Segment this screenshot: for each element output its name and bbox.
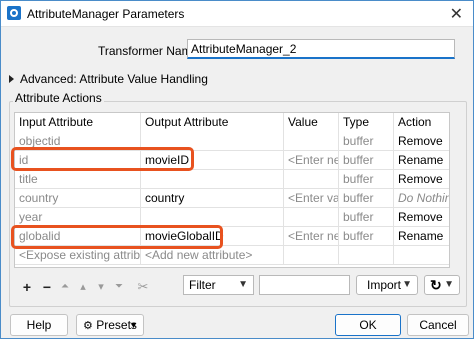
gear-icon: ⚙ <box>83 320 93 332</box>
action-cell[interactable]: Remove <box>394 208 449 227</box>
move-down-button[interactable]: ▾ <box>94 277 108 297</box>
attribute-actions-label: Attribute Actions <box>13 91 104 105</box>
action-cell[interactable]: Rename <box>394 227 449 246</box>
import-button-label: Import <box>367 278 402 292</box>
cut-icon[interactable]: ✂ <box>135 277 151 297</box>
advanced-section-toggle[interactable]: Advanced: Attribute Value Handling <box>9 72 208 86</box>
highlight-box-globalid <box>11 225 223 249</box>
value-cell[interactable] <box>284 132 339 151</box>
expand-arrow-icon <box>9 75 14 83</box>
table-row[interactable]: title buffer Remove <box>15 170 449 189</box>
type-cell: buffer <box>339 132 394 151</box>
title-bar: AttributeManager Parameters ✕ <box>1 1 473 27</box>
input-attribute-cell[interactable]: title <box>15 170 141 189</box>
chevron-down-icon: ▼ <box>402 279 412 290</box>
move-bottom-button[interactable]: ⏷ <box>112 277 126 297</box>
type-cell: buffer <box>339 151 394 170</box>
advanced-section-label: Advanced: Attribute Value Handling <box>20 72 208 86</box>
filter-dropdown-label: Filter <box>189 278 216 292</box>
ok-button[interactable]: OK <box>335 314 401 336</box>
refresh-button[interactable]: ↻ ▼ <box>424 275 460 295</box>
table-header: Input Attribute Output Attribute Value T… <box>15 113 449 132</box>
window-title: AttributeManager Parameters <box>27 7 185 21</box>
refresh-icon: ↻ <box>430 277 442 293</box>
value-cell[interactable]: <Enter new v <box>284 151 339 170</box>
table-row[interactable]: country country <Enter value buffer Do N… <box>15 189 449 208</box>
type-cell: buffer <box>339 227 394 246</box>
help-button[interactable]: Help <box>10 314 68 336</box>
cancel-button[interactable]: Cancel <box>407 314 469 336</box>
action-cell[interactable] <box>394 246 449 265</box>
column-header-input[interactable]: Input Attribute <box>15 113 141 132</box>
value-cell[interactable] <box>284 246 339 265</box>
chevron-down-icon: ▼ <box>238 279 248 290</box>
move-top-button[interactable]: ⏶ <box>58 277 72 297</box>
output-attribute-cell[interactable] <box>141 170 284 189</box>
chevron-down-icon: ▼ <box>129 320 138 330</box>
type-cell: buffer <box>339 208 394 227</box>
fme-app-icon <box>7 6 21 20</box>
input-attribute-cell[interactable]: country <box>15 189 141 208</box>
close-icon[interactable]: ✕ <box>450 4 463 24</box>
value-cell[interactable] <box>284 170 339 189</box>
value-cell[interactable] <box>284 208 339 227</box>
action-cell[interactable]: Remove <box>394 132 449 151</box>
type-cell: buffer <box>339 170 394 189</box>
remove-row-button[interactable]: − <box>39 277 55 297</box>
import-button[interactable]: Import ▼ <box>356 275 418 295</box>
attribute-manager-dialog: AttributeManager Parameters ✕ Transforme… <box>0 0 474 339</box>
presets-button[interactable]: ⚙ Presets ▼ <box>76 314 144 336</box>
value-cell[interactable]: <Enter value <box>284 189 339 208</box>
column-header-action[interactable]: Action <box>394 113 449 132</box>
transformer-name-input[interactable] <box>187 39 455 59</box>
output-attribute-cell[interactable]: country <box>141 189 284 208</box>
value-cell[interactable]: <Enter new v <box>284 227 339 246</box>
add-row-button[interactable]: + <box>19 277 35 297</box>
filter-input[interactable] <box>259 275 350 295</box>
chevron-down-icon: ▼ <box>444 279 454 290</box>
action-cell[interactable]: Rename <box>394 151 449 170</box>
column-header-type[interactable]: Type <box>339 113 394 132</box>
column-header-value[interactable]: Value <box>284 113 339 132</box>
action-cell[interactable]: Do Nothing <box>394 189 449 208</box>
filter-dropdown[interactable]: Filter ▼ <box>183 275 254 295</box>
type-cell: buffer <box>339 189 394 208</box>
highlight-box-id <box>11 147 194 171</box>
type-cell <box>339 246 394 265</box>
move-up-button[interactable]: ▴ <box>76 277 90 297</box>
column-header-output[interactable]: Output Attribute <box>141 113 284 132</box>
action-cell[interactable]: Remove <box>394 170 449 189</box>
